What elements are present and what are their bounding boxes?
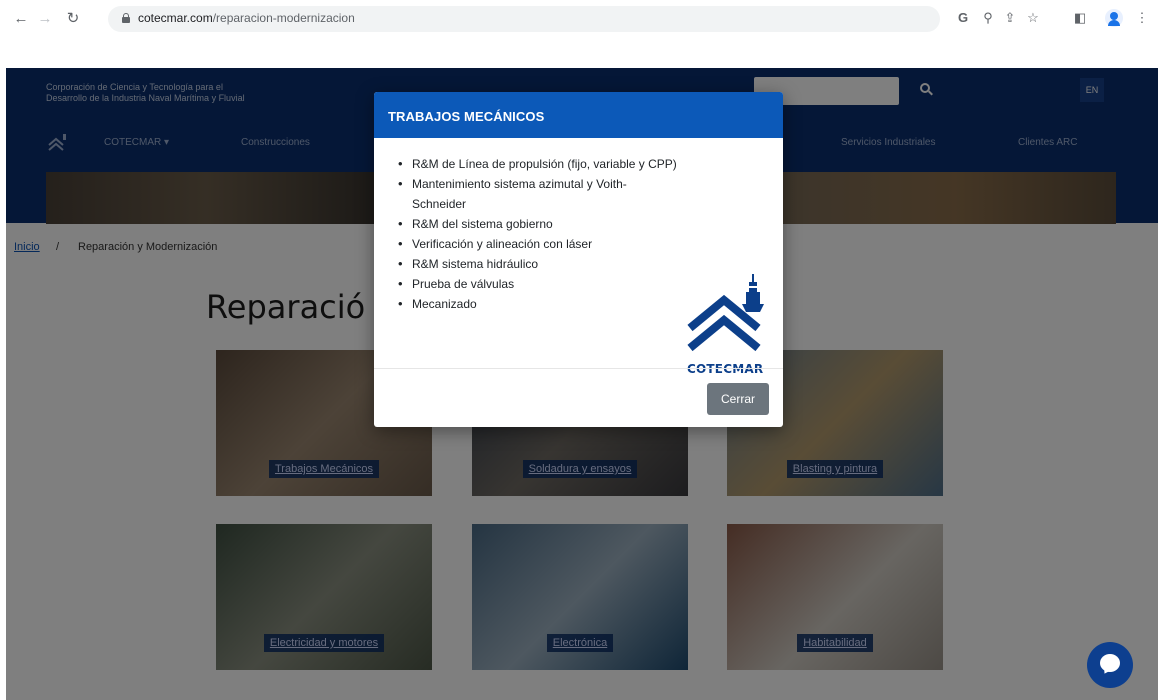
list-item: R&M del sistema gobierno xyxy=(398,214,678,234)
services-modal: TRABAJOS MECÁNICOS R&M de Línea de propu… xyxy=(374,92,783,427)
list-item: Verificación y alineación con láser xyxy=(398,234,678,254)
modal-title: TRABAJOS MECÁNICOS xyxy=(388,109,545,124)
arrow-right-icon[interactable]: → xyxy=(34,8,56,30)
list-item: Mantenimiento sistema azimutal y Voith-S… xyxy=(398,174,678,214)
list-item: Prueba de válvulas xyxy=(398,274,678,294)
browser-toolbar: ← → ↻ cotecmar.com/reparacion-modernizac… xyxy=(0,0,1158,38)
services-list: R&M de Línea de propulsión (fijo, variab… xyxy=(398,154,678,314)
cotecmar-logo-icon xyxy=(687,274,764,352)
lock-icon[interactable] xyxy=(122,13,130,23)
close-button[interactable]: Cerrar xyxy=(707,383,769,415)
side-panel-icon[interactable]: ◧ xyxy=(1070,8,1090,28)
list-item: R&M sistema hidráulico xyxy=(398,254,678,274)
address-bar[interactable]: cotecmar.com/reparacion-modernizacion xyxy=(108,6,940,32)
chat-widget-button[interactable] xyxy=(1087,642,1133,688)
arrow-left-icon[interactable]: ← xyxy=(10,8,32,30)
list-item: R&M de Línea de propulsión (fijo, variab… xyxy=(398,154,678,174)
google-translate-icon[interactable]: G xyxy=(953,8,973,28)
zoom-icon[interactable]: ⚲ xyxy=(978,8,998,28)
url-text: cotecmar.com/reparacion-modernizacion xyxy=(138,11,355,25)
modal-footer: Cerrar xyxy=(374,368,783,427)
list-item: Mecanizado xyxy=(398,294,678,314)
share-icon[interactable]: ⇪ xyxy=(1000,8,1020,28)
bookmark-star-icon[interactable]: ☆ xyxy=(1023,8,1043,28)
more-options-icon[interactable]: ⋮ xyxy=(1132,8,1152,28)
profile-avatar-icon[interactable] xyxy=(1105,9,1123,27)
modal-header: TRABAJOS MECÁNICOS xyxy=(374,92,783,138)
reload-icon[interactable]: ↻ xyxy=(62,8,84,30)
